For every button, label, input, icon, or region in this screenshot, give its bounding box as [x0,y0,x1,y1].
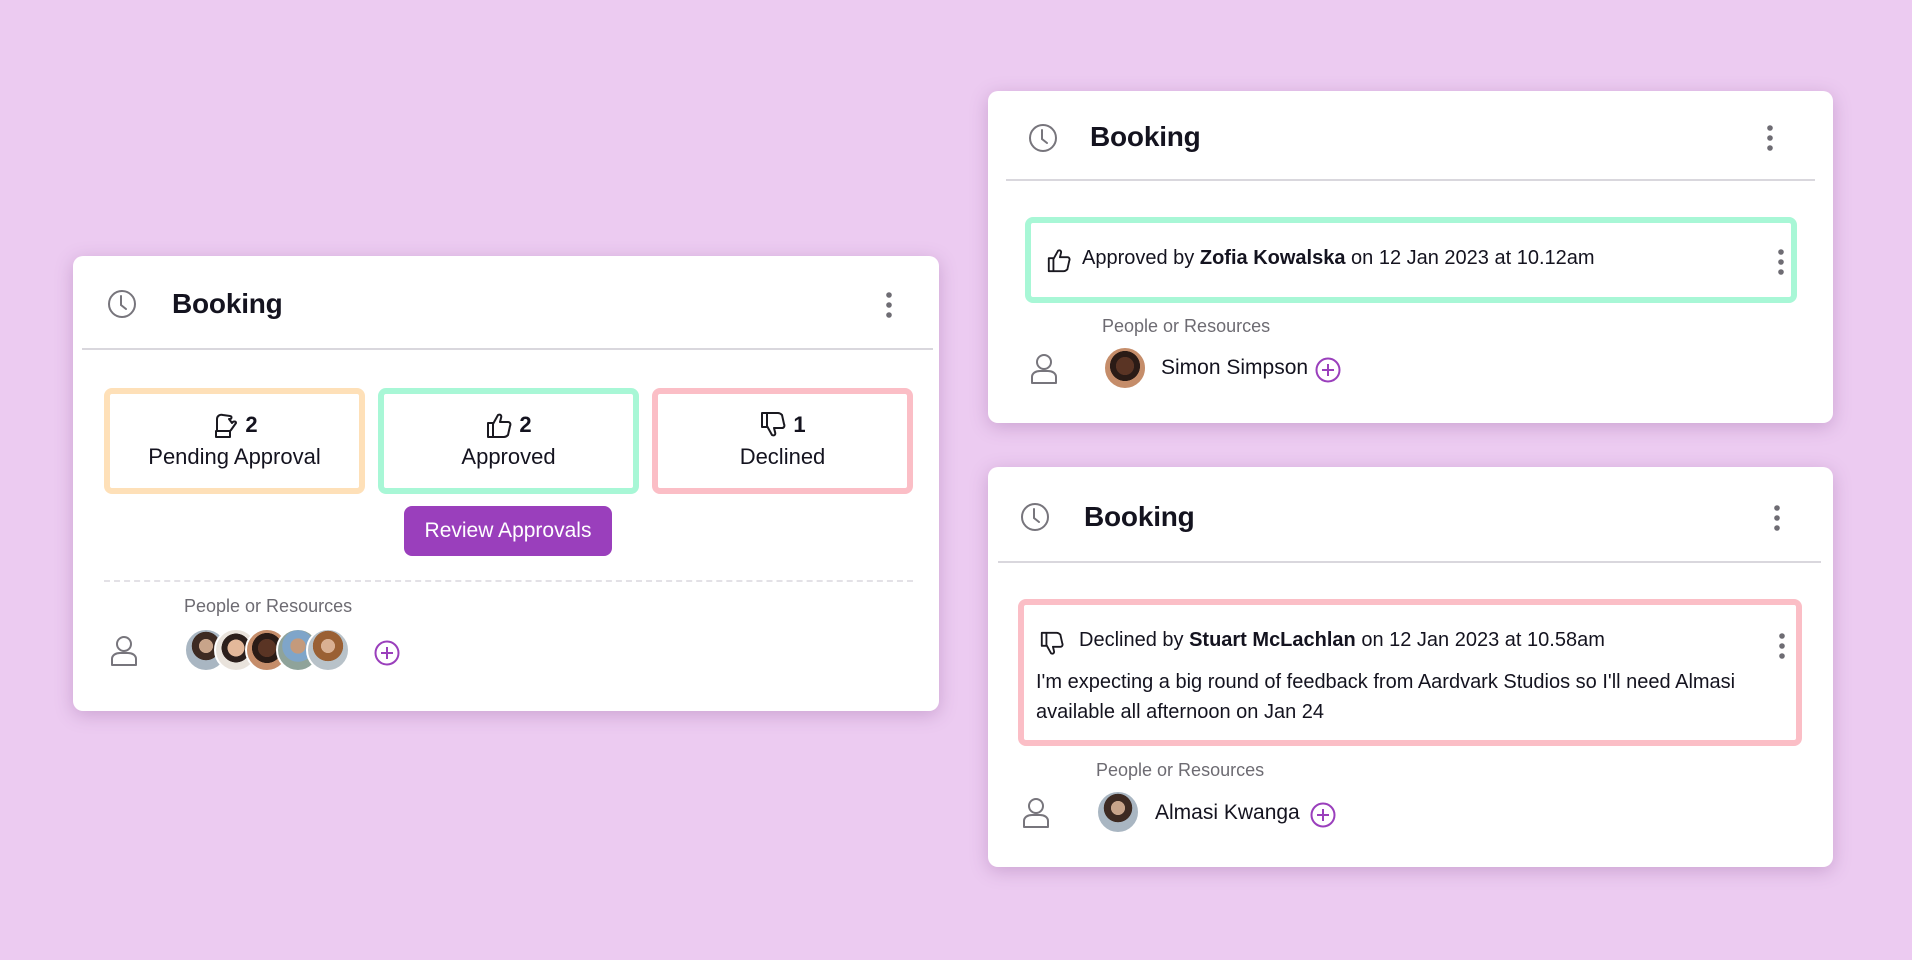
avatar[interactable] [306,628,350,672]
thumbs-down-icon [1039,631,1065,657]
clock-icon [1020,502,1050,532]
stat-count: 2 [519,412,532,437]
header-divider [1006,179,1815,181]
person-icon [110,635,138,667]
booking-summary-card: Booking 2 Pending Approval 2 Approved 1 … [73,256,939,711]
status-prefix: Approved by [1082,247,1200,269]
stat-label: Approved [461,444,556,469]
thumbs-down-icon [759,411,787,439]
stat-count: 2 [245,412,258,437]
add-person-icon[interactable] [1310,802,1336,828]
avatar[interactable] [1103,346,1147,390]
card-header: Booking [988,91,1833,184]
person-icon [1030,353,1058,385]
add-person-icon[interactable] [1315,357,1341,383]
clock-icon [1028,123,1058,153]
approver-name: Zofia Kowalska [1199,247,1346,269]
more-options-icon[interactable] [1771,503,1783,533]
stat-pending-approval[interactable]: 2 Pending Approval [104,388,365,494]
card-title: Booking [172,288,283,319]
header-divider [998,561,1821,563]
booking-approved-card: Booking Approved by Zofia Kowalska on 12… [988,91,1833,423]
card-title: Booking [1084,501,1195,532]
decline-note: I'm expecting a big round of feedback fr… [1036,671,1736,723]
stat-label: Declined [739,444,826,469]
hand-raised-icon [211,411,239,439]
status-more-options-icon[interactable] [1775,247,1787,277]
status-date: on 12 Jan 2023 at 10.58am [1355,629,1605,651]
approval-status-text: Approved by Zofia Kowalska on 12 Jan 202… [1082,247,1595,270]
status-more-options-icon[interactable] [1776,631,1788,661]
header-divider [82,348,933,350]
card-header: Booking [73,256,939,349]
stat-approved[interactable]: 2 Approved [378,388,639,494]
status-prefix: Declined by [1079,629,1190,651]
person-icon [1022,797,1050,829]
decline-status-text: Declined by Stuart McLachlan on 12 Jan 2… [1079,629,1605,652]
stat-label: Pending Approval [148,444,321,469]
avatar[interactable] [1096,790,1140,834]
thumbs-up-icon [1046,247,1072,273]
booking-declined-card: Booking Declined by Stuart McLachlan on … [988,467,1833,867]
more-options-icon[interactable] [1764,123,1776,153]
card-title: Booking [1090,121,1201,152]
person-name: Simon Simpson [1161,356,1309,379]
more-options-icon[interactable] [883,290,895,320]
people-resources-label: People or Resources [1102,316,1271,336]
people-resources-label: People or Resources [184,596,353,616]
decliner-name: Stuart McLachlan [1189,629,1356,651]
status-date: on 12 Jan 2023 at 10.12am [1345,247,1595,269]
add-person-icon[interactable] [374,640,400,666]
thumbs-up-icon [485,411,513,439]
people-resources-label: People or Resources [1096,760,1265,780]
review-approvals-button[interactable]: Review Approvals [404,506,612,556]
person-name: Almasi Kwanga [1155,801,1300,824]
stat-declined[interactable]: 1 Declined [652,388,913,494]
section-divider [104,580,913,582]
decline-status-box: Declined by Stuart McLachlan on 12 Jan 2… [1018,599,1802,746]
approval-status-box: Approved by Zofia Kowalska on 12 Jan 202… [1025,217,1797,303]
stat-count: 1 [793,412,806,437]
card-header: Booking [988,467,1833,560]
clock-icon [107,289,137,319]
